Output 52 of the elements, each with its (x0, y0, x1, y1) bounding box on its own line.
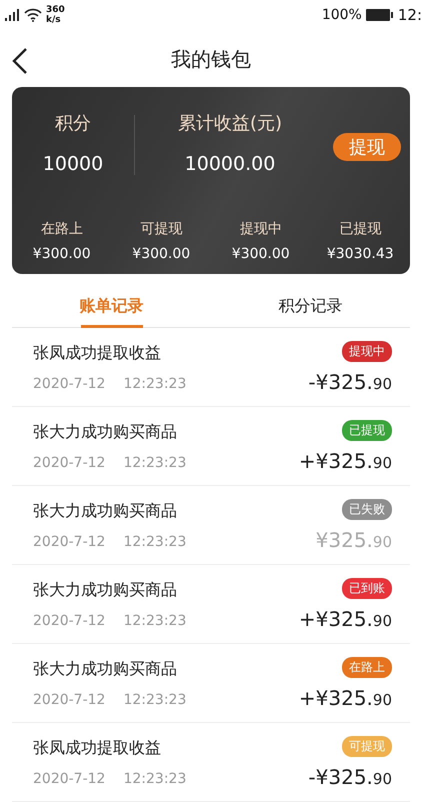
stat-label: 在路上 (40, 220, 83, 238)
record-amount: ¥325.90 (316, 528, 392, 552)
record-title: 张凤成功提取收益 (33, 342, 162, 364)
tab[interactable]: 积分记录 (211, 286, 410, 327)
network-speed: 360 k/s (46, 5, 65, 26)
record-date: 2020-7-12 (33, 454, 106, 470)
record-title: 张大力成功购买商品 (33, 422, 178, 442)
record-time: 12:23:23 (123, 692, 186, 708)
status-badge: 可提现 (342, 736, 392, 756)
record-amount: -¥325.90 (308, 370, 392, 394)
stat-label: 已提现 (339, 220, 382, 238)
record-date: 2020-7-12 (33, 376, 106, 392)
record-amount: +¥325.90 (298, 448, 392, 472)
points-label: 积分 (55, 112, 91, 136)
record-title: 张凤成功提取收益 (33, 738, 162, 758)
record-time: 12:23:23 (123, 454, 186, 470)
record-amount: +¥325.90 (298, 686, 392, 710)
stat-value: ¥300.00 (232, 246, 290, 262)
record-date: 2020-7-12 (33, 692, 106, 708)
tab[interactable]: 账单记录 (12, 286, 211, 327)
signal-icon (4, 9, 20, 22)
wifi-icon (24, 8, 42, 22)
battery-percent: 100% (322, 7, 362, 24)
record-date: 2020-7-12 (33, 534, 106, 550)
status-badge: 已到账 (342, 578, 392, 598)
battery-icon (366, 8, 394, 22)
record-time: 12:23:23 (123, 612, 186, 628)
record-title: 张大力成功购买商品 (33, 658, 178, 680)
page-title: 我的钱包 (171, 46, 251, 73)
stat-value: ¥3030.43 (326, 246, 394, 262)
record-title: 张大力成功购买商品 (33, 500, 178, 522)
status-badge: 提现中 (342, 340, 392, 362)
status-badge: 在路上 (342, 656, 392, 678)
record-title: 张大力成功购买商品 (33, 580, 178, 600)
record-time: 12:23:23 (123, 770, 186, 786)
record-date: 2020-7-12 (33, 612, 106, 628)
status-badge: 已提现 (342, 420, 392, 440)
stat-label: 可提现 (140, 220, 182, 238)
record-amount: -¥325.90 (308, 764, 392, 788)
stat-value: ¥300.00 (32, 246, 91, 262)
record-time: 12:23:23 (123, 376, 186, 392)
stat-value: ¥300.00 (132, 246, 190, 262)
withdraw-button[interactable]: 提现 (333, 133, 401, 162)
record-time: 12:23:23 (123, 534, 186, 550)
record-amount: +¥325.90 (298, 606, 392, 630)
earnings-value: 10000.00 (184, 153, 276, 176)
points-value: 10000 (42, 153, 104, 176)
record-date: 2020-7-12 (33, 770, 106, 786)
earnings-label: 累计收益(元) (178, 112, 282, 136)
stat-label: 提现中 (240, 220, 282, 238)
status-badge: 已失败 (342, 498, 392, 520)
clock: 12: (398, 6, 422, 24)
